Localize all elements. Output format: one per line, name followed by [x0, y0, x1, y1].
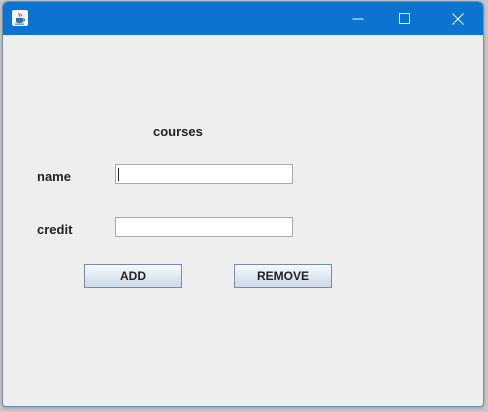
- close-icon: [452, 12, 464, 25]
- form-panel: courses name credit ADD REMOVE: [3, 35, 483, 406]
- remove-button[interactable]: REMOVE: [234, 264, 332, 288]
- minimize-icon: [352, 18, 364, 19]
- close-button[interactable]: [433, 2, 483, 35]
- java-coffee-cup-icon: [12, 10, 28, 26]
- maximize-icon: [399, 12, 410, 24]
- name-label: name: [37, 169, 71, 184]
- form-heading: courses: [153, 124, 203, 139]
- credit-field[interactable]: [115, 217, 293, 237]
- text-caret: [118, 168, 119, 181]
- title-bar[interactable]: [3, 2, 483, 35]
- maximize-button[interactable]: [380, 2, 430, 35]
- name-field[interactable]: [115, 164, 293, 184]
- minimize-button[interactable]: [333, 2, 383, 35]
- credit-label: credit: [37, 222, 73, 237]
- add-button[interactable]: ADD: [84, 264, 182, 288]
- app-window: courses name credit ADD REMOVE: [2, 1, 484, 407]
